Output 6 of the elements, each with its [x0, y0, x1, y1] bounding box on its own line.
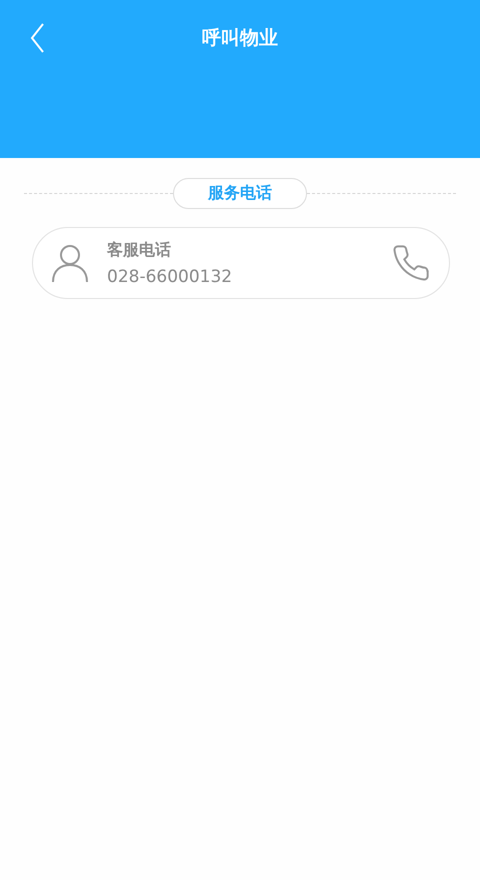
contact-name: 客服电话 [107, 240, 172, 260]
section-title: 服务电话 [173, 178, 307, 209]
page-title: 呼叫物业 [202, 26, 278, 51]
phone-icon[interactable] [391, 243, 431, 283]
phone-number: 028-66000132 [107, 266, 234, 286]
person-icon [51, 243, 89, 283]
